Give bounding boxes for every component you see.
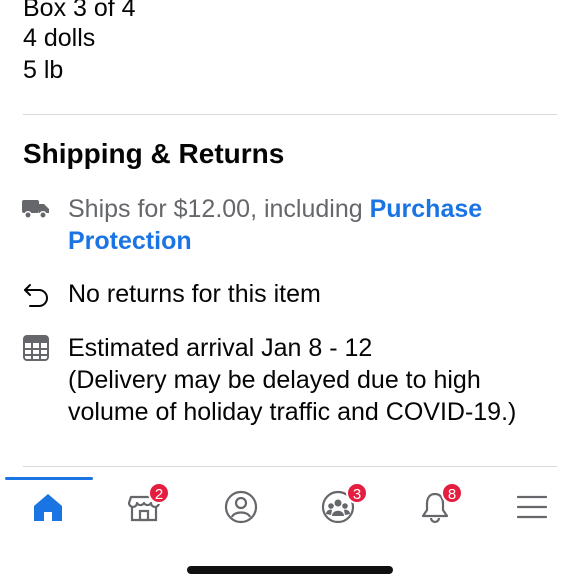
home-indicator[interactable] (187, 566, 393, 574)
shipping-returns-heading: Shipping & Returns (23, 138, 285, 169)
ships-text: Ships for $12.00, including (68, 195, 370, 223)
arrival-text: Estimated arrival Jan 8 - 12 (68, 334, 373, 362)
menu-icon (516, 495, 548, 519)
ships-row: Ships for $12.00, including Purchase Pro… (68, 194, 568, 257)
return-arrow-icon (22, 281, 50, 309)
home-icon (34, 494, 62, 521)
section-divider (23, 114, 557, 115)
section-divider-bottom (23, 466, 557, 467)
calendar-icon (22, 334, 50, 362)
active-tab-indicator (5, 477, 93, 480)
notifications-badge: 8 (441, 482, 463, 504)
description-line-dolls: 4 dolls (23, 24, 96, 52)
truck-icon (22, 195, 50, 223)
description-line-weight: 5 lb (23, 56, 64, 84)
returns-text: No returns for this item (68, 280, 321, 308)
marketplace-badge: 2 (148, 482, 170, 504)
nav-tab-marketplace[interactable]: 2 (122, 482, 170, 529)
bottom-nav-bar (0, 474, 580, 544)
arrival-note: (Delivery may be delayed due to high vol… (68, 366, 517, 426)
profile-icon (224, 490, 258, 524)
description-line-box: Box 3 of 4 (23, 0, 136, 22)
nav-tab-groups[interactable]: 3 (316, 482, 368, 529)
nav-tab-home[interactable] (26, 485, 70, 529)
nav-tab-menu[interactable] (510, 485, 554, 529)
groups-badge: 3 (346, 482, 368, 504)
nav-tab-profile[interactable] (219, 485, 263, 529)
nav-tab-notifications[interactable]: 8 (413, 482, 463, 529)
